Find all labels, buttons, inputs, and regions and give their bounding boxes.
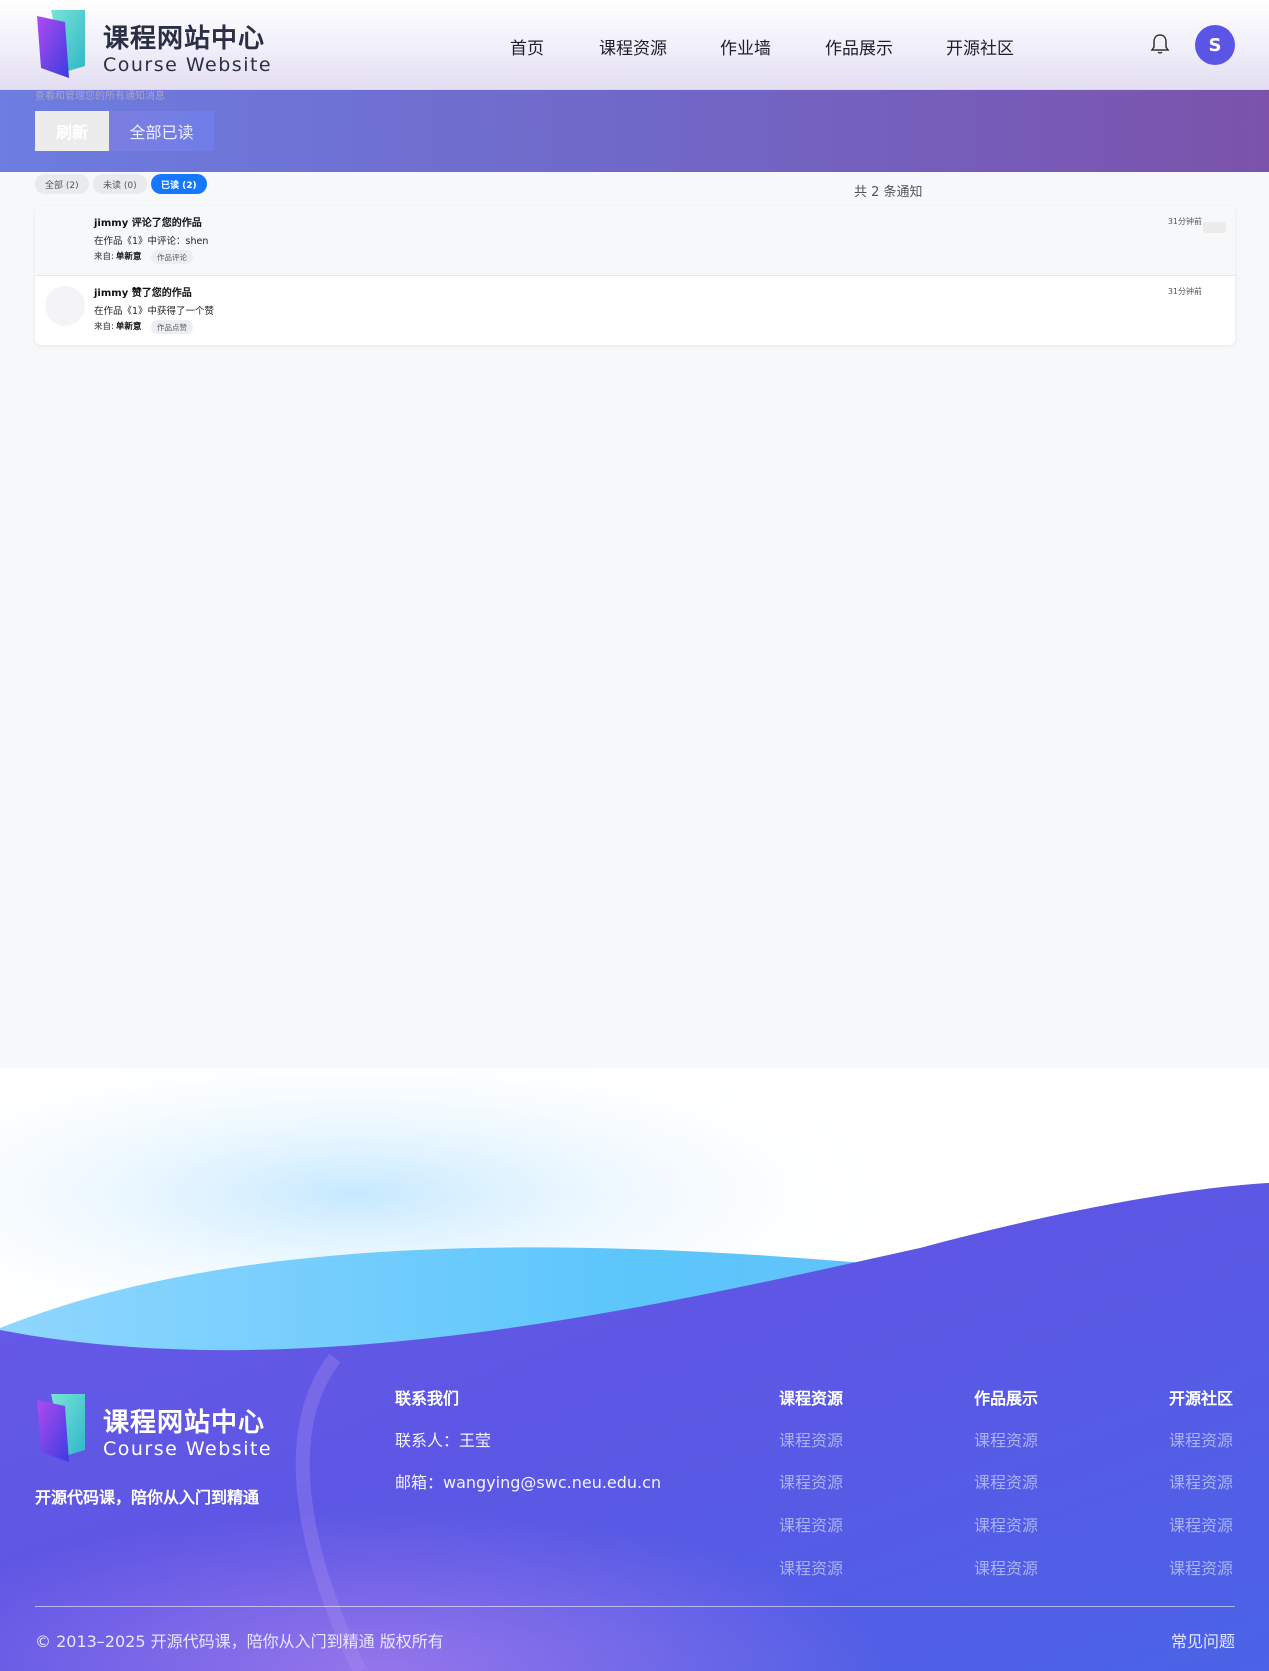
footer-link[interactable]: 课程资源 (974, 1512, 1038, 1536)
footer-link[interactable]: 课程资源 (974, 1555, 1038, 1579)
footer-link[interactable]: 课程资源 (1169, 1555, 1233, 1579)
notification-time: 31分钟前 (1167, 287, 1202, 296)
brand-name-cn: 课程网站中心 (103, 24, 266, 54)
contact-person: 联系人：王莹 (395, 1431, 492, 1450)
book-logo-icon (37, 1394, 85, 1462)
notification-list: jimmy 评论了您的作品 在作品《1》中评论：shen 来自: 单新意 作品评论… (35, 206, 1235, 345)
contact-heading: 联系我们 (395, 1389, 460, 1408)
footer-link[interactable]: 课程资源 (1169, 1469, 1233, 1493)
copyright-text: © 2013–2025 开源代码课，陪你从入门到精通 版权所有 (35, 1632, 444, 1651)
faq-link[interactable]: 常见问题 (1171, 1628, 1235, 1652)
bell-icon[interactable] (1150, 33, 1170, 55)
notification-body: 在作品《1》中获得了一个赞 (94, 306, 215, 317)
source-label: 来自: (94, 252, 114, 262)
mark-all-read-button[interactable]: 全部已读 (109, 111, 214, 151)
notification-source: 来自: 单新意 (94, 320, 141, 332)
notification-item[interactable]: jimmy 评论了您的作品 在作品《1》中评论：shen 来自: 单新意 作品评论… (35, 206, 1235, 276)
footer-brand-name-cn: 课程网站中心 (103, 1408, 266, 1438)
book-logo-icon (37, 10, 85, 78)
footer-brand-logo[interactable]: 课程网站中心 Course Website (35, 1392, 271, 1466)
notification-count: 共 2 条通知 (854, 185, 923, 200)
source-name: 单新意 (115, 322, 142, 332)
notification-type-tag: 作品点赞 (151, 320, 193, 334)
footer-link[interactable]: 课程资源 (779, 1512, 843, 1536)
footer-link[interactable]: 课程资源 (1169, 1427, 1233, 1451)
user-avatar[interactable]: S (1195, 25, 1235, 65)
source-label: 来自: (94, 322, 114, 332)
footer-link[interactable]: 课程资源 (779, 1469, 843, 1493)
footer-slogan: 开源代码课，陪你从入门到精通 (35, 1488, 260, 1507)
footer-brand-name-en: Course Website (103, 1438, 273, 1460)
site-footer (0, 1068, 1269, 1671)
footer-column-heading: 开源社区 (1169, 1389, 1234, 1408)
notification-time: 31分钟前 (1167, 217, 1202, 226)
filter-unread-tab[interactable]: 未读 (0) (93, 174, 147, 194)
notification-title: jimmy 赞了您的作品 (94, 288, 192, 299)
footer-link[interactable]: 课程资源 (974, 1427, 1038, 1451)
nav-homework-wall[interactable]: 作业墙 (720, 34, 771, 59)
sender-avatar (45, 286, 85, 326)
footer-link[interactable]: 课程资源 (974, 1469, 1038, 1493)
notification-body: 在作品《1》中评论：shen (94, 236, 209, 247)
top-header: 课程网站中心 Course Website 首页 课程资源 作业墙 作品展示 开… (0, 0, 1269, 90)
footer-column-heading: 课程资源 (779, 1389, 844, 1408)
filter-all-tab[interactable]: 全部 (2) (35, 174, 89, 194)
footer-link[interactable]: 课程资源 (779, 1555, 843, 1579)
nav-home[interactable]: 首页 (510, 34, 544, 59)
footer-wave-background (0, 1068, 1269, 1671)
banner-subtitle: 查看和管理您的所有通知消息 (35, 91, 165, 102)
refresh-button[interactable]: 刷新 (35, 111, 109, 151)
source-name: 单新意 (115, 252, 142, 262)
brand-logo[interactable]: 课程网站中心 Course Website (35, 8, 271, 82)
brand-name-en: Course Website (103, 54, 273, 76)
notification-type-tag: 作品评论 (151, 250, 193, 264)
contact-email: 邮箱：wangying@swc.neu.edu.cn (395, 1473, 662, 1492)
nav-course-resources[interactable]: 课程资源 (599, 34, 667, 59)
notification-source: 来自: 单新意 (94, 250, 141, 262)
notification-title: jimmy 评论了您的作品 (94, 218, 202, 229)
footer-column-heading: 作品展示 (974, 1389, 1039, 1408)
nav-open-source-community[interactable]: 开源社区 (946, 34, 1014, 59)
footer-link[interactable]: 课程资源 (1169, 1512, 1233, 1536)
footer-divider (35, 1606, 1235, 1607)
notification-item[interactable]: jimmy 赞了您的作品 在作品《1》中获得了一个赞 来自: 单新意 作品点赞 3… (35, 276, 1235, 345)
nav-works-showcase[interactable]: 作品展示 (825, 34, 893, 59)
footer-link[interactable]: 课程资源 (779, 1427, 843, 1451)
filter-read-tab[interactable]: 已读 (2) (151, 174, 207, 194)
notification-action-button[interactable] (1203, 222, 1226, 233)
